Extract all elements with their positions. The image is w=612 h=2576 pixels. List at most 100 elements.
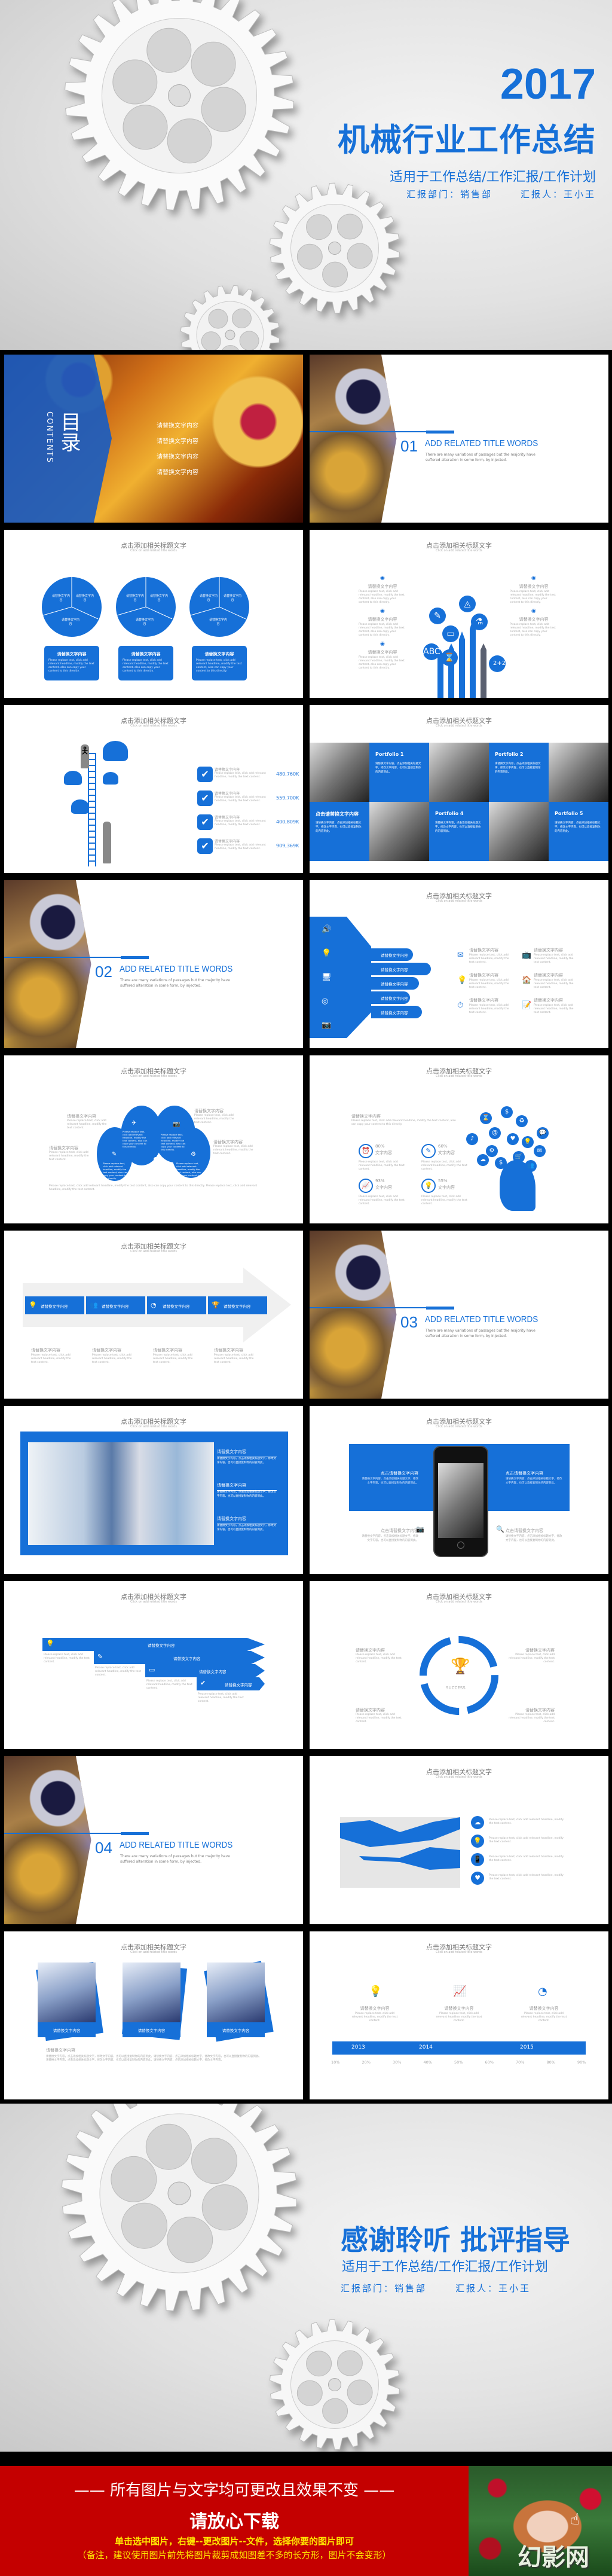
- item-title: 点击请替换文字内容: [506, 1471, 543, 1476]
- footer-text: Please replace text, click add relevant …: [49, 1185, 258, 1191]
- step-note: Please replace text, click add relevant …: [198, 1693, 244, 1703]
- label-text: Please replace text, click add relevant …: [49, 1151, 89, 1161]
- gear-hole: [231, 309, 252, 328]
- tab[interactable]: 请替换文字内容: [371, 991, 410, 1004]
- step-note: Please replace text, click add relevant …: [95, 1667, 141, 1677]
- feature-text: Please replace text, click add relevant …: [469, 954, 509, 964]
- tab-label: 请替换文字内容: [381, 982, 408, 987]
- stair-arrow: ✎ 请替换文字内容: [94, 1651, 265, 1664]
- stair-arrow: ✔ 请替换文字内容: [197, 1677, 265, 1690]
- section-title: ADD RELATED TITLE WORDS: [425, 438, 538, 448]
- stat-label: 文字内容: [438, 1185, 455, 1190]
- bubble-icon: 💡: [522, 1136, 534, 1148]
- intro-title: 请替换文字内容: [351, 1114, 381, 1119]
- pencil: [481, 643, 486, 698]
- slide-thumbnail-pies[interactable]: 点击添加相关标题文字 Click on add related title wor…: [4, 530, 303, 698]
- target-icon: ◉: [531, 608, 536, 614]
- item-text: Please replace text, click add relevant …: [351, 2012, 398, 2022]
- gear-photo: [4, 880, 91, 1048]
- slide-thumbnail-timeline[interactable]: 点击添加相关标题文字 Click on add related title wor…: [310, 1931, 608, 2099]
- feature-icon: ✉: [457, 951, 464, 960]
- slide-thumbnail-photos[interactable]: 点击添加相关标题文字 Click on add related title wor…: [4, 1931, 303, 2099]
- portfolio-text: 请替换文字内容，点击添加相关标题文字，修改文字内容，也可以直接复制你的内容到此。: [555, 822, 601, 833]
- slide-thumbnail-phone[interactable]: 点击添加相关标题文字 Click on add related title wor…: [310, 1406, 608, 1574]
- slide-thumbnail-head[interactable]: 点击添加相关标题文字 Click on add related title wor…: [310, 1055, 608, 1223]
- card-photo: [207, 1962, 265, 2022]
- download-banner: —— 所有图片与文字均可更改且效果不变 —— 请放心下载 单击选中图片，右键--…: [0, 2466, 469, 2576]
- tab[interactable]: 请替换文字内容: [371, 977, 419, 990]
- item-title: 请替换文字内容: [217, 1516, 277, 1524]
- slide-thumbnail-section[interactable]: 02 ADD RELATED TITLE WORDS There are many …: [4, 880, 303, 1048]
- slide-thumbnail-stairs[interactable]: 点击添加相关标题文字 Click on add related title wor…: [4, 1581, 303, 1749]
- slide-thumbnail-ladder[interactable]: 点击添加相关标题文字 Click on add related title wor…: [4, 705, 303, 873]
- item-title: 请替换文字内容: [215, 816, 240, 820]
- tab[interactable]: 请替换文字内容: [371, 1006, 422, 1018]
- step-box: ◔ 请替换文字内容: [147, 1296, 206, 1314]
- timeline-bar: [332, 2041, 586, 2055]
- bubble-icon: ◬: [459, 596, 476, 612]
- tab[interactable]: 请替换文字内容: [371, 963, 431, 975]
- slide-thumbnail-section[interactable]: 01 ADD RELATED TITLE WORDS There are many …: [310, 355, 608, 523]
- petal-text: Please replace text, click add relevant …: [176, 1162, 201, 1180]
- item-title: 点击请替换文字内容: [506, 1528, 543, 1533]
- body-title: 请替换文字内容: [46, 2048, 75, 2053]
- tab-label: 请替换文字内容: [381, 967, 408, 972]
- label-title: 请替换文字内容: [194, 1109, 224, 1113]
- gear-hub: [168, 84, 191, 107]
- step-box: 👥 请替换文字内容: [86, 1296, 145, 1314]
- gear-hole: [306, 214, 332, 240]
- section-description: There are many variations of passages bu…: [426, 453, 536, 462]
- note-text: Please replace text, click add relevant …: [92, 1354, 132, 1364]
- gear-hole: [347, 243, 373, 269]
- slide-thumbnail-photo[interactable]: 点击添加相关标题文字 Click on add related title wor…: [4, 1406, 303, 1574]
- tab[interactable]: 请替换文字内容: [371, 948, 413, 961]
- cycle-ring: [420, 1636, 498, 1715]
- checkbox-icon: ✔: [197, 814, 213, 830]
- section-number: 02: [95, 963, 112, 981]
- slide-thumbnail-process[interactable]: 点击添加相关标题文字 Click on add related title wor…: [4, 1231, 303, 1399]
- item-title: 请替换文字内容: [215, 792, 240, 796]
- toc-item: 请替换文字内容: [157, 469, 198, 476]
- slide-thumbnail-toc[interactable]: 目录 CONTENTS 请替换文字内容 请替换文字内容 请替换文字内容 请替换文字内容: [4, 355, 303, 523]
- stat-value: 93%: [375, 1179, 385, 1183]
- note-text: Please replace text, click add relevant …: [31, 1354, 71, 1364]
- item-text: Please replace text, click add relevant …: [489, 1837, 564, 1844]
- slide-thumbnail-cloud[interactable]: 点击添加相关标题文字 Click on add related title wor…: [4, 1055, 303, 1223]
- item-text: Please replace text, click add relevant …: [509, 1653, 555, 1664]
- target-icon: ◉: [380, 641, 385, 647]
- slide-thumbnail-section[interactable]: 03 ADD RELATED TITLE WORDS There are many …: [310, 1231, 608, 1399]
- step-label: 请替换文字内容: [163, 1304, 190, 1309]
- promo-photo: ☝ 幻影网: [469, 2466, 612, 2576]
- slide-thumbnail-section[interactable]: 04 ADD RELATED TITLE WORDS There are many …: [4, 1756, 303, 1924]
- step-icon: 💡: [29, 1301, 37, 1309]
- portfolio-cell: Portfolio 1 请替换文字内容，点击添加相关标题文字，修改文字内容，也可以…: [369, 743, 429, 802]
- item-text: 请替换文字内容，点击添加相关标题文字，修改文字内容，也可以直接复制你的内容到此。: [217, 1491, 276, 1498]
- slide-thumbnail-pencils[interactable]: 点击添加相关标题文字 Click on add related title wor…: [310, 530, 608, 698]
- gear-hole: [145, 2123, 192, 2170]
- watermark-logo: 幻影网: [518, 2544, 589, 2571]
- feature-text: Please replace text, click add relevant …: [469, 979, 509, 989]
- step-label: 请替换文字内容: [199, 1669, 227, 1674]
- item-title: 请替换文字内容: [519, 617, 549, 622]
- pencil: [470, 619, 476, 698]
- stat-icon: ⏰: [359, 1144, 373, 1158]
- slide-thumbnail-portfolio[interactable]: 点击添加相关标题文字 Click on add related title wor…: [310, 705, 608, 873]
- label-text: Please replace text, click add relevant …: [67, 1119, 107, 1130]
- item-title: 请替换文字内容: [356, 1648, 385, 1653]
- item-text: Please replace text, click add relevant …: [356, 1713, 402, 1723]
- portfolio-photo: [489, 802, 549, 861]
- item-text: Please replace text, click add relevant …: [509, 1713, 555, 1723]
- portfolio-photo: [310, 743, 369, 802]
- toc-title: 目录: [57, 411, 81, 452]
- checkbox-icon: ✔: [197, 767, 213, 782]
- scale-label: 70%: [516, 2060, 525, 2065]
- banner-note: （备注，建议使用图片前先将图片裁剪成如图差不多的长方形，图片不会变形）: [77, 2550, 391, 2560]
- pie-label: 请替换文字内容: [149, 594, 168, 602]
- slide-thumbnail-fan[interactable]: 点击添加相关标题文字 Click on add related title wor…: [310, 880, 608, 1048]
- step-label: 请替换文字内容: [173, 1656, 201, 1661]
- home-button: [457, 1542, 464, 1549]
- slide-thumbnail-wave[interactable]: 点击添加相关标题文字 Click on add related title wor…: [310, 1756, 608, 1924]
- slide-subtitle: Click on add related title words: [436, 724, 482, 728]
- slide-thumbnail-success[interactable]: 点击添加相关标题文字 Click on add related title wor…: [310, 1581, 608, 1749]
- pie-label: 请替换文字内容: [61, 618, 79, 626]
